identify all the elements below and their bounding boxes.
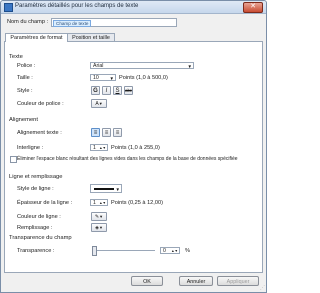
app-icon: [4, 3, 13, 12]
chevron-down-icon: ▼: [109, 76, 114, 81]
section-texte: Texte: [9, 54, 23, 60]
chevron-down-icon: ▼: [99, 214, 104, 219]
line-style-select[interactable]: ▼: [90, 184, 122, 193]
align-left-button[interactable]: ≡: [91, 128, 100, 137]
name-field-value: Champ de texte: [53, 20, 92, 27]
transparence-value: 0: [163, 248, 166, 254]
chevron-down-icon: ▼: [187, 64, 192, 69]
annuler-button[interactable]: Annuler: [179, 276, 213, 286]
align-center-button[interactable]: ≡: [102, 128, 111, 137]
epaisseur-label: Épaisseur de la ligne :: [17, 200, 73, 206]
police-select[interactable]: Arial ▼: [90, 62, 194, 69]
transparence-spinner[interactable]: 0 ▲▼: [160, 247, 180, 254]
eliminate-label: Éliminer l'espace blanc résultant des li…: [17, 156, 238, 162]
title-bar[interactable]: Paramètres détaillés pour les champs de …: [1, 1, 266, 14]
italic-button[interactable]: I: [102, 86, 111, 95]
align-right-button[interactable]: ≡: [113, 128, 122, 137]
bold-button[interactable]: G: [91, 86, 100, 95]
couleur-police-label: Couleur de police :: [17, 101, 64, 107]
interligne-spinner[interactable]: 1 ▲▼: [90, 144, 108, 151]
name-field-label: Nom du champ :: [7, 19, 49, 25]
taille-label: Taille :: [17, 75, 33, 81]
couleur-ligne-label: Couleur de ligne :: [17, 214, 61, 220]
align-right-icon: ≡: [115, 130, 120, 136]
police-value: Arial: [93, 63, 104, 69]
epaisseur-unit: Points (0,25 à 12,00): [111, 200, 163, 206]
dialog-window: Paramètres détaillés pour les champs de …: [0, 0, 267, 293]
line-color-button[interactable]: ✎▼: [91, 212, 107, 221]
taille-unit: Points (1,0 à 500,0): [119, 75, 168, 81]
chevron-down-icon: ▼: [98, 101, 103, 106]
tab-panel: Texte Police : Arial ▼ Taille : 10 ▼ Poi…: [4, 41, 263, 273]
spinner-icon: ▲▼: [99, 201, 106, 205]
transparence-slider-thumb[interactable]: [92, 246, 97, 256]
transparence-unit: %: [185, 248, 190, 254]
taille-value: 10: [93, 75, 99, 81]
spinner-icon: ▲▼: [171, 249, 178, 253]
section-alignement: Alignement: [9, 117, 39, 123]
align-left-icon: ≡: [93, 130, 98, 136]
police-label: Police :: [17, 63, 36, 69]
style-label: Style :: [17, 88, 33, 94]
resize-grip-icon[interactable]: ⋰: [260, 285, 265, 291]
style-ligne-label: Style de ligne :: [17, 186, 54, 192]
strikethrough-button[interactable]: abc: [124, 86, 133, 95]
interligne-unit: Points (1,0 à 255,0): [111, 145, 160, 151]
spinner-icon: ▲▼: [99, 146, 106, 150]
underline-button[interactable]: S: [113, 86, 122, 95]
line-style-preview: [94, 188, 114, 190]
appliquer-button[interactable]: Appliquer: [217, 276, 259, 286]
transparence-slider-track[interactable]: [93, 250, 155, 251]
taille-select[interactable]: 10 ▼: [90, 74, 116, 81]
eliminate-checkbox[interactable]: [10, 156, 17, 163]
chevron-down-icon: ▼: [115, 187, 120, 192]
remplissage-label: Remplissage :: [17, 225, 53, 231]
alignement-texte-label: Alignement texte :: [17, 130, 62, 136]
transparence-label: Transparence :: [17, 248, 55, 254]
epaisseur-value: 1: [93, 200, 96, 206]
epaisseur-spinner[interactable]: 1 ▲▼: [90, 199, 108, 206]
chevron-down-icon: ▼: [98, 225, 103, 230]
interligne-label: Interligne :: [17, 145, 44, 151]
window-title: Paramètres détaillés pour les champs de …: [15, 3, 139, 9]
ok-button[interactable]: OK: [131, 276, 163, 286]
close-button[interactable]: ✕: [243, 2, 263, 13]
font-color-button[interactable]: A▼: [91, 99, 107, 108]
tab-format[interactable]: Paramètres de format: [5, 33, 68, 42]
align-center-icon: ≡: [104, 130, 109, 136]
name-field[interactable]: Champ de texte: [51, 18, 177, 27]
fill-color-button[interactable]: ◈▼: [91, 223, 107, 232]
section-ligne: Ligne et remplissage: [9, 174, 63, 180]
section-transparence: Transparence du champ: [9, 235, 72, 241]
interligne-value: 1: [93, 145, 96, 151]
